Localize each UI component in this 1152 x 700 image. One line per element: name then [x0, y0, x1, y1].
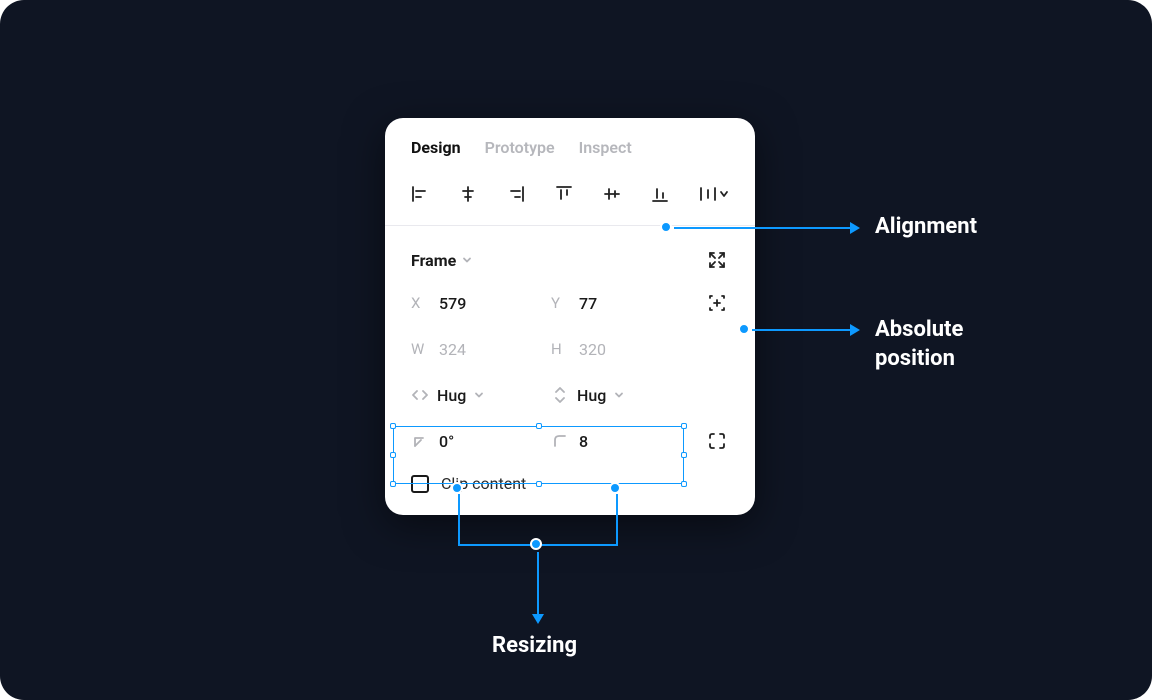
radius-value: 8 — [579, 432, 588, 451]
independent-corners-icon[interactable] — [705, 429, 729, 453]
x-label: X — [411, 294, 429, 312]
chevron-down-icon — [474, 390, 484, 400]
align-bottom-icon[interactable] — [649, 183, 671, 205]
tab-prototype[interactable]: Prototype — [485, 138, 555, 157]
resize-row: Hug Hug — [411, 382, 729, 408]
annotation-bracket — [458, 494, 460, 544]
align-right-icon[interactable] — [505, 183, 527, 205]
rotation-value: 0° — [439, 432, 454, 451]
align-center-h-icon[interactable] — [457, 183, 479, 205]
align-left-icon[interactable] — [409, 183, 431, 205]
h-value: 320 — [579, 340, 606, 359]
annotation-dot — [530, 538, 542, 550]
hug-vertical-icon — [551, 386, 569, 404]
resize-h-value: Hug — [437, 386, 466, 405]
alignment-row — [385, 167, 755, 225]
tab-inspect[interactable]: Inspect — [579, 138, 632, 157]
annotation-arrow — [674, 227, 850, 229]
annotation-dot — [451, 482, 463, 494]
align-top-icon[interactable] — [553, 183, 575, 205]
arrow-head-icon — [850, 222, 860, 234]
w-label: W — [411, 340, 429, 358]
annotation-arrow — [537, 552, 539, 616]
align-center-v-icon[interactable] — [601, 183, 623, 205]
resize-horizontal-dropdown[interactable]: Hug — [411, 386, 551, 405]
annotation-dot — [738, 323, 750, 335]
annotation-arrow — [752, 329, 850, 331]
annotation-resizing: Resizing — [492, 632, 577, 661]
arrow-head-icon — [850, 324, 860, 336]
y-field[interactable]: Y 77 — [551, 294, 691, 313]
section-header: Frame — [411, 248, 729, 272]
canvas: Design Prototype Inspect — [0, 0, 1152, 700]
rotation-field[interactable]: 0° — [411, 432, 551, 451]
rotation-icon — [411, 432, 429, 450]
annotation-dot — [660, 221, 672, 233]
radius-field[interactable]: 8 — [551, 432, 691, 451]
w-value: 324 — [439, 340, 466, 359]
annotation-dot — [609, 482, 621, 494]
chevron-down-icon — [614, 390, 624, 400]
annotation-absolute: Absolute position — [875, 316, 1015, 373]
x-value: 579 — [439, 294, 466, 313]
annotation-bracket — [616, 494, 618, 544]
y-label: Y — [551, 294, 569, 312]
panel-tabs: Design Prototype Inspect — [385, 118, 755, 167]
y-value: 77 — [579, 294, 597, 313]
h-field[interactable]: H 320 — [551, 340, 691, 359]
annotation-alignment: Alignment — [875, 213, 977, 242]
radius-icon — [551, 432, 569, 450]
design-panel: Design Prototype Inspect — [385, 118, 755, 515]
resize-vertical-dropdown[interactable]: Hug — [551, 386, 691, 405]
hug-horizontal-icon — [411, 386, 429, 404]
checkbox-icon[interactable] — [411, 475, 429, 493]
w-field[interactable]: W 324 — [411, 340, 551, 359]
resize-fit-icon[interactable] — [705, 248, 729, 272]
arrow-head-icon — [532, 614, 544, 624]
rotation-radius-row: 0° 8 — [411, 428, 729, 454]
tab-design[interactable]: Design — [411, 138, 461, 157]
resize-v-value: Hug — [577, 386, 606, 405]
position-row: X 579 Y 77 — [411, 290, 729, 316]
size-row: W 324 H 320 — [411, 336, 729, 362]
distribute-dropdown-icon[interactable] — [697, 183, 731, 205]
absolute-position-icon[interactable] — [705, 291, 729, 315]
frame-title: Frame — [411, 251, 456, 270]
x-field[interactable]: X 579 — [411, 294, 551, 313]
frame-type-dropdown[interactable]: Frame — [411, 251, 472, 270]
frame-section: Frame X 579 — [385, 226, 755, 515]
h-label: H — [551, 340, 569, 358]
